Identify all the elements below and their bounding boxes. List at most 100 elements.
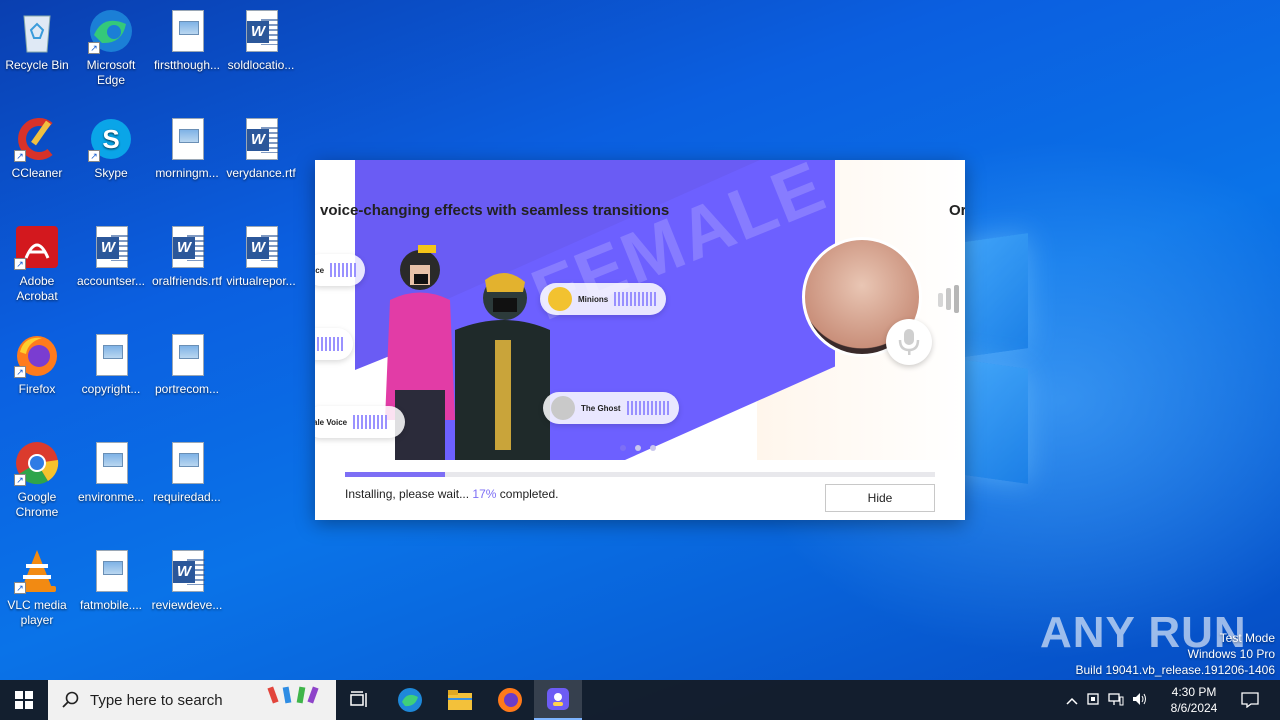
shortcut-arrow-icon: ↗ [14,474,26,486]
voice-changer-app-icon [547,688,569,710]
taskbar-firefox[interactable] [486,680,534,720]
edge-icon [398,688,422,712]
install-percent: 17% [472,487,497,501]
banner-title-next: Or [949,202,965,219]
desktop-icon-label: Adobe Acrobat [16,274,58,303]
chevron-up-icon[interactable] [1066,693,1078,708]
hide-button[interactable]: Hide [825,484,935,512]
recycle-bin-icon [14,8,60,54]
vlc-icon: ↗ [14,548,60,594]
windows-start-icon [15,691,33,709]
taskbar-installer-app[interactable] [534,680,582,720]
task-view-icon [350,691,367,707]
desktop-icon[interactable]: requiredad... [150,440,224,505]
acrobat-icon: ↗ [14,224,60,270]
desktop-icon-label: copyright... [81,382,141,396]
word-doc-icon: W [88,224,134,270]
shortcut-arrow-icon: ↗ [14,258,26,270]
desktop-icon-label: CCleaner [11,166,63,180]
desktop-icon[interactable]: Wreviewdeve... [150,548,224,613]
desktop-icon[interactable]: Recycle Bin [0,8,74,73]
desktop-icon[interactable]: environme... [74,440,148,505]
desktop-icon[interactable]: ↗ Adobe Acrobat [0,224,74,304]
start-button[interactable] [0,680,48,720]
carousel-dot-3[interactable] [650,445,656,451]
desktop-icon[interactable]: copyright... [74,332,148,397]
clock-time: 4:30 PM [1171,685,1217,699]
desktop-icon[interactable]: Wvirtualrepor... [224,224,298,289]
chrome-icon: ↗ [14,440,60,486]
notification-icon [1241,692,1259,708]
desktop-icon[interactable]: ↗ Firefox [0,332,74,397]
ccleaner-icon: ↗ [14,116,60,162]
task-view-button[interactable] [336,680,384,720]
os-build-info: Test Mode Windows 10 Pro Build 19041.vb_… [1075,631,1276,677]
desktop-icon[interactable]: Wsoldlocatio... [224,8,298,73]
desktop-icon[interactable]: Waccountser... [74,224,148,289]
shortcut-arrow-icon: ↗ [14,582,26,594]
firefox-icon [498,688,522,712]
desktop-icon[interactable]: morningm... [150,116,224,181]
voice-chip-ghost: The Ghost [543,392,679,424]
install-status-text: Installing, please wait... 17% completed… [345,487,559,501]
image-file-icon [164,440,210,486]
desktop-icon-label: accountser... [76,274,146,288]
desktop-icon[interactable]: Wverydance.rtf [224,116,298,181]
voice-chip-partial-1: ice [315,254,365,286]
desktop-icon[interactable]: fatmobile.... [74,548,148,613]
desktop-icon[interactable]: ↗ Microsoft Edge [74,8,148,88]
word-doc-icon: W [238,116,284,162]
folder-icon [448,690,472,710]
image-file-icon [88,548,134,594]
taskbar-search-box[interactable]: Type here to search [48,680,336,720]
search-highlight-paintbrush-icon [267,686,319,704]
taskbar: Type here to search 4:30 PM 8/6/2024 [0,680,1280,720]
volume-icon[interactable] [1132,692,1148,709]
clock-date: 8/6/2024 [1170,701,1218,715]
edge-icon: ↗ [88,8,134,54]
desktop-icon[interactable]: firstthough... [150,8,224,73]
usb-device-icon[interactable] [1086,692,1100,709]
word-doc-icon: W [238,224,284,270]
image-file-icon [88,332,134,378]
image-file-icon [164,8,210,54]
desktop-icon[interactable]: Woralfriends.rtf [150,224,224,289]
taskbar-clock[interactable]: 4:30 PM 8/6/2024 [1164,684,1224,716]
taskbar-file-explorer[interactable] [436,680,484,720]
desktop-icon-label: Google Chrome [15,490,59,519]
desktop-icon-label: virtualrepor... [226,274,296,288]
desktop-icon-label: requiredad... [153,490,221,504]
image-file-icon [164,116,210,162]
minions-avatar-icon [548,287,572,311]
network-icon[interactable] [1108,692,1124,709]
desktop-icon-label: morningm... [155,166,219,180]
notification-center-button[interactable] [1230,680,1270,720]
desktop-icon-label: oralfriends.rtf [151,274,223,288]
shortcut-arrow-icon: ↗ [88,150,100,162]
shortcut-arrow-icon: ↗ [14,150,26,162]
character-illustration-male [455,272,550,460]
carousel-dot-1[interactable] [620,445,626,451]
desktop-icon-label: firstthough... [153,58,221,72]
desktop-icon-label: verydance.rtf [226,166,296,180]
desktop-icon[interactable]: ↗ Google Chrome [0,440,74,520]
installer-window: FEMALE voice-changing effects with seaml… [315,160,965,520]
carousel-dot-2[interactable] [635,445,641,451]
desktop-icon-label: reviewdeve... [151,598,223,612]
word-doc-icon: W [164,224,210,270]
desktop-icon-label: Microsoft Edge [86,58,136,87]
ghost-avatar-icon [551,396,575,420]
search-icon [62,691,79,708]
desktop-icon-label: Firefox [18,382,56,396]
search-placeholder: Type here to search [90,691,223,709]
taskbar-edge[interactable] [386,680,434,720]
desktop-icon[interactable]: ↗ VLC media player [0,548,74,628]
desktop-icon[interactable]: S ↗ Skype [74,116,148,181]
voice-chip-minions: Minions [540,283,667,315]
promo-banner: FEMALE voice-changing effects with seaml… [315,160,965,460]
image-file-icon [88,440,134,486]
desktop-icon[interactable]: portrecom... [150,332,224,397]
desktop-icon[interactable]: ↗ CCleaner [0,116,74,181]
firefox-icon: ↗ [14,332,60,378]
carousel-dots [620,445,656,451]
